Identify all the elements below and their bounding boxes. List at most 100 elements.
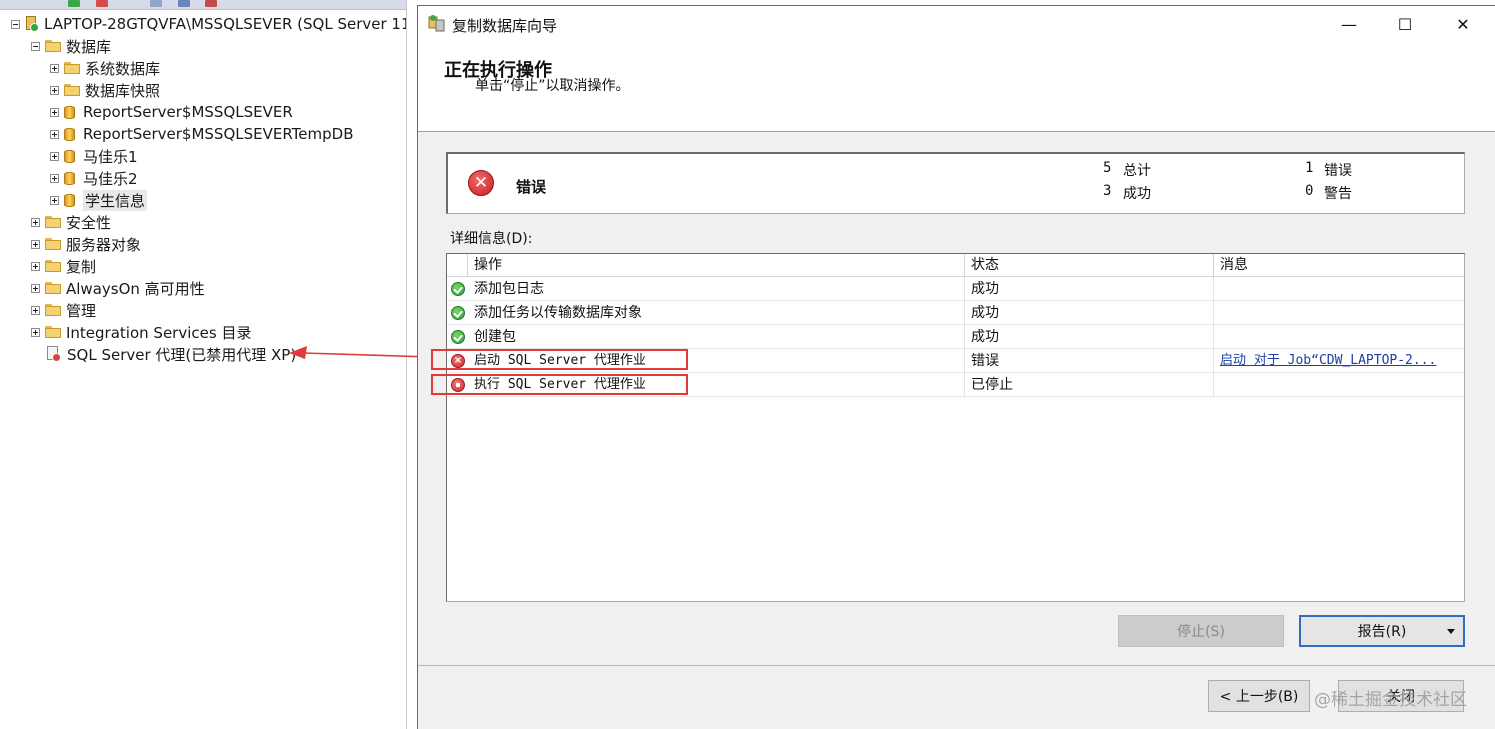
total-label: 总计 bbox=[1123, 163, 1151, 179]
folder-icon bbox=[45, 216, 61, 228]
new-query-icon[interactable] bbox=[68, 0, 80, 7]
expand-icon[interactable] bbox=[31, 327, 40, 337]
tree-item-system-databases[interactable]: 系统数据库 bbox=[50, 57, 160, 79]
tree-folder-integration-services[interactable]: Integration Services 目录 bbox=[31, 321, 251, 343]
maximize-icon: ☐ bbox=[1397, 14, 1413, 34]
expand-icon[interactable] bbox=[31, 305, 40, 315]
annotation-highlight bbox=[431, 349, 688, 370]
explorer-toolbar bbox=[0, 0, 406, 10]
summary-panel: ✕ 错误 5 总计 3 成功 1 错误 0 警告 bbox=[446, 152, 1465, 214]
warning-label: 警告 bbox=[1324, 186, 1352, 202]
close-window-button[interactable]: ✕ bbox=[1434, 6, 1492, 42]
expand-icon[interactable] bbox=[50, 107, 59, 117]
tree-item-database[interactable]: 马佳乐1 bbox=[50, 145, 138, 167]
row-message bbox=[1214, 325, 1464, 349]
footer-divider bbox=[418, 665, 1495, 666]
tree-item-label: 学生信息 bbox=[83, 189, 148, 211]
window-title: 复制数据库向导 bbox=[452, 17, 558, 35]
expand-icon[interactable] bbox=[31, 283, 40, 293]
tree-folder-security[interactable]: 安全性 bbox=[31, 211, 111, 233]
error-message-link[interactable]: 启动 对于 Job“CDW_LAPTOP-2... bbox=[1220, 353, 1436, 368]
tree-folder-server-objects[interactable]: 服务器对象 bbox=[31, 233, 141, 255]
tree-item-sql-agent[interactable]: SQL Server 代理(已禁用代理 XP) bbox=[46, 343, 296, 365]
table-row[interactable]: 添加任务以传输数据库对象 成功 bbox=[447, 301, 1464, 325]
table-row[interactable]: 创建包 成功 bbox=[447, 325, 1464, 349]
row-action: 添加任务以传输数据库对象 bbox=[468, 301, 965, 325]
database-icon bbox=[64, 149, 75, 164]
expand-icon[interactable] bbox=[50, 63, 59, 73]
column-header-status[interactable]: 状态 bbox=[965, 254, 1214, 277]
tree-item-database[interactable]: 马佳乐2 bbox=[50, 167, 138, 189]
tree-item-label: 安全性 bbox=[66, 213, 112, 232]
folder-icon bbox=[45, 326, 61, 338]
grid-header: 操作 状态 消息 bbox=[447, 254, 1464, 277]
error-count: 1 bbox=[1305, 160, 1314, 176]
folder-icon bbox=[64, 84, 80, 96]
success-icon bbox=[451, 330, 465, 344]
database-icon bbox=[64, 127, 75, 142]
summary-status: 错误 bbox=[516, 178, 547, 196]
disconnect-icon[interactable] bbox=[96, 0, 108, 7]
collapse-icon[interactable] bbox=[31, 41, 40, 51]
previous-button[interactable]: < 上一步(B) bbox=[1208, 680, 1310, 712]
refresh-icon[interactable] bbox=[178, 0, 190, 7]
tree-item-label: 管理 bbox=[66, 301, 97, 320]
row-status: 错误 bbox=[965, 349, 1214, 373]
tree-item-label: SQL Server 代理(已禁用代理 XP) bbox=[67, 345, 297, 364]
row-message: 启动 对于 Job“CDW_LAPTOP-2... bbox=[1214, 349, 1464, 373]
table-row[interactable]: 添加包日志 成功 bbox=[447, 277, 1464, 301]
watermark: @稀土掘金技术社区 bbox=[1314, 690, 1467, 710]
tree-item-label: 复制 bbox=[66, 257, 97, 276]
row-status: 已停止 bbox=[965, 373, 1214, 397]
row-action: 创建包 bbox=[468, 325, 965, 349]
expand-icon[interactable] bbox=[50, 151, 59, 161]
minimize-icon: — bbox=[1341, 14, 1357, 34]
wizard-app-icon bbox=[428, 15, 445, 32]
tree-item-label: ReportServer$MSSQLSEVER bbox=[83, 103, 293, 121]
success-count: 3 bbox=[1103, 183, 1112, 199]
success-icon bbox=[451, 282, 465, 296]
details-grid[interactable]: 操作 状态 消息 添加包日志 成功 添加任务以传输数据库对象 成功 创建包 成功 bbox=[446, 253, 1465, 602]
expand-icon[interactable] bbox=[31, 261, 40, 271]
folder-icon bbox=[64, 62, 80, 74]
expand-icon[interactable] bbox=[50, 195, 59, 205]
databases-label: 数据库 bbox=[66, 37, 112, 56]
tree-item-label: Integration Services 目录 bbox=[66, 323, 252, 342]
column-header-action[interactable]: 操作 bbox=[468, 254, 965, 277]
screen: LAPTOP-28GTQVFA\MSSQLSEVER (SQL Server 1… bbox=[0, 0, 1495, 729]
tree-item-database-snapshots[interactable]: 数据库快照 bbox=[50, 79, 160, 101]
expand-icon[interactable] bbox=[31, 239, 40, 249]
tree-databases-node[interactable]: 数据库 bbox=[31, 35, 111, 57]
report-button[interactable]: 报告(R) bbox=[1299, 615, 1465, 647]
dropdown-arrow-icon[interactable] bbox=[1447, 629, 1455, 634]
tree-folder-management[interactable]: 管理 bbox=[31, 299, 96, 321]
tree-item-database[interactable]: ReportServer$MSSQLSEVER bbox=[50, 101, 293, 123]
tree-folder-replication[interactable]: 复制 bbox=[31, 255, 96, 277]
minimize-button[interactable]: — bbox=[1320, 6, 1378, 42]
collapse-icon[interactable] bbox=[11, 19, 20, 29]
copy-database-wizard: 复制数据库向导 — ☐ ✕ 正在执行操作 单击“停止”以取消操作。 ✕ 错误 5… bbox=[417, 5, 1495, 729]
filter-icon[interactable] bbox=[150, 0, 162, 7]
tree-item-label: AlwaysOn 高可用性 bbox=[66, 279, 205, 298]
tree-item-database[interactable]: ReportServer$MSSQLSEVERTempDB bbox=[50, 123, 354, 145]
row-status: 成功 bbox=[965, 277, 1214, 301]
stop-button[interactable]: 停止(S) bbox=[1118, 615, 1284, 647]
expand-icon[interactable] bbox=[50, 129, 59, 139]
row-action: 添加包日志 bbox=[468, 277, 965, 301]
tree-folder-alwayson[interactable]: AlwaysOn 高可用性 bbox=[31, 277, 205, 299]
maximize-button[interactable]: ☐ bbox=[1376, 6, 1434, 42]
database-icon bbox=[64, 105, 75, 120]
row-message bbox=[1214, 277, 1464, 301]
folder-icon bbox=[45, 282, 61, 294]
tree-item-database[interactable]: 学生信息 bbox=[50, 189, 148, 211]
expand-icon[interactable] bbox=[31, 217, 40, 227]
tree-server-node[interactable]: LAPTOP-28GTQVFA\MSSQLSEVER (SQL Server 1… bbox=[11, 13, 406, 35]
stop-icon[interactable] bbox=[205, 0, 217, 7]
expand-icon[interactable] bbox=[50, 173, 59, 183]
sql-agent-disabled-icon bbox=[46, 346, 61, 362]
tree-item-label: 系统数据库 bbox=[85, 59, 161, 78]
close-icon: ✕ bbox=[1456, 14, 1470, 34]
row-message bbox=[1214, 301, 1464, 325]
expand-icon[interactable] bbox=[50, 85, 59, 95]
column-header-message[interactable]: 消息 bbox=[1214, 254, 1464, 277]
